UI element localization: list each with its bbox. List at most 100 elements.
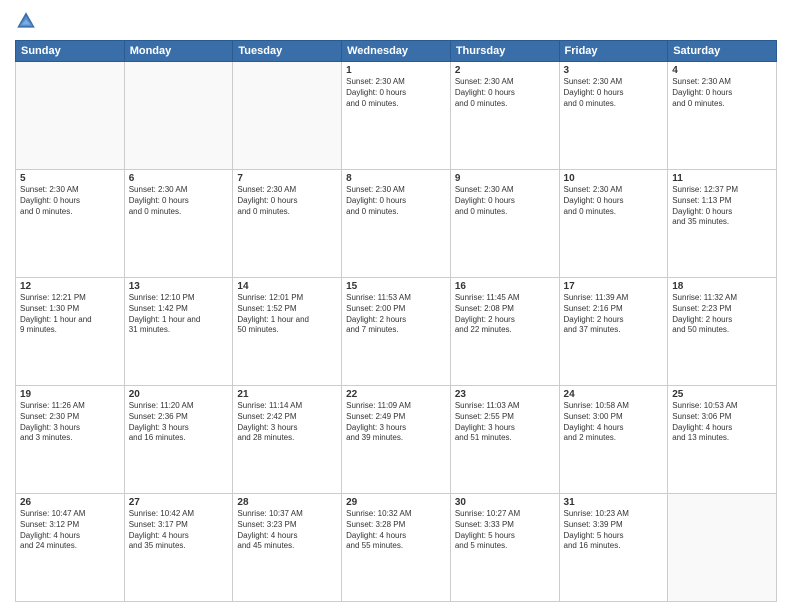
day-number: 13 xyxy=(129,281,229,292)
week-row-3: 19Sunrise: 11:26 AM Sunset: 2:30 PM Dayl… xyxy=(16,386,777,494)
cell-content: Sunrise: 12:21 PM Sunset: 1:30 PM Daylig… xyxy=(20,293,120,336)
cell-content: Sunset: 2:30 AM Daylight: 0 hours and 0 … xyxy=(672,77,772,109)
day-header-sunday: Sunday xyxy=(16,41,125,62)
calendar-cell: 8Sunset: 2:30 AM Daylight: 0 hours and 0… xyxy=(342,170,451,278)
day-number: 16 xyxy=(455,281,555,292)
day-number: 14 xyxy=(237,281,337,292)
day-number: 21 xyxy=(237,389,337,400)
calendar-cell: 14Sunrise: 12:01 PM Sunset: 1:52 PM Dayl… xyxy=(233,278,342,386)
day-number: 1 xyxy=(346,65,446,76)
cell-content: Sunrise: 12:01 PM Sunset: 1:52 PM Daylig… xyxy=(237,293,337,336)
day-header-saturday: Saturday xyxy=(668,41,777,62)
cell-content: Sunset: 2:30 AM Daylight: 0 hours and 0 … xyxy=(564,77,664,109)
cell-content: Sunrise: 12:37 PM Sunset: 1:13 PM Daylig… xyxy=(672,185,772,228)
calendar-cell: 24Sunrise: 10:58 AM Sunset: 3:00 PM Dayl… xyxy=(559,386,668,494)
calendar-cell xyxy=(233,62,342,170)
logo-icon xyxy=(15,10,37,32)
header xyxy=(15,10,777,32)
calendar-cell xyxy=(668,494,777,602)
calendar-cell: 7Sunset: 2:30 AM Daylight: 0 hours and 0… xyxy=(233,170,342,278)
day-number: 30 xyxy=(455,497,555,508)
day-number: 23 xyxy=(455,389,555,400)
day-number: 6 xyxy=(129,173,229,184)
day-number: 18 xyxy=(672,281,772,292)
day-header-tuesday: Tuesday xyxy=(233,41,342,62)
calendar-cell: 9Sunset: 2:30 AM Daylight: 0 hours and 0… xyxy=(450,170,559,278)
cell-content: Sunset: 2:30 AM Daylight: 0 hours and 0 … xyxy=(237,185,337,217)
day-number: 22 xyxy=(346,389,446,400)
cell-content: Sunrise: 11:03 AM Sunset: 2:55 PM Daylig… xyxy=(455,401,555,444)
day-header-thursday: Thursday xyxy=(450,41,559,62)
calendar-cell: 19Sunrise: 11:26 AM Sunset: 2:30 PM Dayl… xyxy=(16,386,125,494)
calendar-cell: 3Sunset: 2:30 AM Daylight: 0 hours and 0… xyxy=(559,62,668,170)
cell-content: Sunrise: 12:10 PM Sunset: 1:42 PM Daylig… xyxy=(129,293,229,336)
calendar-cell: 28Sunrise: 10:37 AM Sunset: 3:23 PM Dayl… xyxy=(233,494,342,602)
calendar-cell: 27Sunrise: 10:42 AM Sunset: 3:17 PM Dayl… xyxy=(124,494,233,602)
calendar-cell: 31Sunrise: 10:23 AM Sunset: 3:39 PM Dayl… xyxy=(559,494,668,602)
cell-content: Sunrise: 10:23 AM Sunset: 3:39 PM Daylig… xyxy=(564,509,664,552)
day-number: 24 xyxy=(564,389,664,400)
calendar-cell: 6Sunset: 2:30 AM Daylight: 0 hours and 0… xyxy=(124,170,233,278)
calendar-cell: 20Sunrise: 11:20 AM Sunset: 2:36 PM Dayl… xyxy=(124,386,233,494)
cell-content: Sunrise: 10:53 AM Sunset: 3:06 PM Daylig… xyxy=(672,401,772,444)
calendar-cell: 30Sunrise: 10:27 AM Sunset: 3:33 PM Dayl… xyxy=(450,494,559,602)
cell-content: Sunrise: 11:32 AM Sunset: 2:23 PM Daylig… xyxy=(672,293,772,336)
calendar-cell: 17Sunrise: 11:39 AM Sunset: 2:16 PM Dayl… xyxy=(559,278,668,386)
cell-content: Sunrise: 10:58 AM Sunset: 3:00 PM Daylig… xyxy=(564,401,664,444)
cell-content: Sunrise: 10:37 AM Sunset: 3:23 PM Daylig… xyxy=(237,509,337,552)
cell-content: Sunset: 2:30 AM Daylight: 0 hours and 0 … xyxy=(129,185,229,217)
cell-content: Sunset: 2:30 AM Daylight: 0 hours and 0 … xyxy=(20,185,120,217)
calendar-cell: 23Sunrise: 11:03 AM Sunset: 2:55 PM Dayl… xyxy=(450,386,559,494)
calendar-cell xyxy=(16,62,125,170)
calendar-cell: 11Sunrise: 12:37 PM Sunset: 1:13 PM Dayl… xyxy=(668,170,777,278)
day-number: 31 xyxy=(564,497,664,508)
cell-content: Sunrise: 11:39 AM Sunset: 2:16 PM Daylig… xyxy=(564,293,664,336)
calendar-cell: 29Sunrise: 10:32 AM Sunset: 3:28 PM Dayl… xyxy=(342,494,451,602)
calendar-cell: 16Sunrise: 11:45 AM Sunset: 2:08 PM Dayl… xyxy=(450,278,559,386)
day-header-monday: Monday xyxy=(124,41,233,62)
day-number: 7 xyxy=(237,173,337,184)
calendar-cell: 4Sunset: 2:30 AM Daylight: 0 hours and 0… xyxy=(668,62,777,170)
day-number: 3 xyxy=(564,65,664,76)
calendar-cell: 1Sunset: 2:30 AM Daylight: 0 hours and 0… xyxy=(342,62,451,170)
week-row-4: 26Sunrise: 10:47 AM Sunset: 3:12 PM Dayl… xyxy=(16,494,777,602)
calendar-cell: 21Sunrise: 11:14 AM Sunset: 2:42 PM Dayl… xyxy=(233,386,342,494)
day-number: 26 xyxy=(20,497,120,508)
header-row: SundayMondayTuesdayWednesdayThursdayFrid… xyxy=(16,41,777,62)
cell-content: Sunrise: 11:14 AM Sunset: 2:42 PM Daylig… xyxy=(237,401,337,444)
page: SundayMondayTuesdayWednesdayThursdayFrid… xyxy=(0,0,792,612)
calendar-cell: 2Sunset: 2:30 AM Daylight: 0 hours and 0… xyxy=(450,62,559,170)
day-number: 10 xyxy=(564,173,664,184)
cell-content: Sunset: 2:30 AM Daylight: 0 hours and 0 … xyxy=(455,77,555,109)
cell-content: Sunrise: 10:27 AM Sunset: 3:33 PM Daylig… xyxy=(455,509,555,552)
logo xyxy=(15,10,41,32)
calendar-cell: 25Sunrise: 10:53 AM Sunset: 3:06 PM Dayl… xyxy=(668,386,777,494)
cell-content: Sunset: 2:30 AM Daylight: 0 hours and 0 … xyxy=(346,77,446,109)
week-row-0: 1Sunset: 2:30 AM Daylight: 0 hours and 0… xyxy=(16,62,777,170)
day-header-friday: Friday xyxy=(559,41,668,62)
cell-content: Sunrise: 10:47 AM Sunset: 3:12 PM Daylig… xyxy=(20,509,120,552)
cell-content: Sunrise: 11:20 AM Sunset: 2:36 PM Daylig… xyxy=(129,401,229,444)
cell-content: Sunrise: 11:26 AM Sunset: 2:30 PM Daylig… xyxy=(20,401,120,444)
day-number: 17 xyxy=(564,281,664,292)
cell-content: Sunrise: 10:32 AM Sunset: 3:28 PM Daylig… xyxy=(346,509,446,552)
day-number: 5 xyxy=(20,173,120,184)
day-number: 19 xyxy=(20,389,120,400)
day-number: 28 xyxy=(237,497,337,508)
day-number: 15 xyxy=(346,281,446,292)
calendar-cell: 10Sunset: 2:30 AM Daylight: 0 hours and … xyxy=(559,170,668,278)
day-number: 9 xyxy=(455,173,555,184)
calendar-body: 1Sunset: 2:30 AM Daylight: 0 hours and 0… xyxy=(16,62,777,602)
cell-content: Sunrise: 11:09 AM Sunset: 2:49 PM Daylig… xyxy=(346,401,446,444)
day-number: 20 xyxy=(129,389,229,400)
cell-content: Sunrise: 10:42 AM Sunset: 3:17 PM Daylig… xyxy=(129,509,229,552)
calendar-cell: 18Sunrise: 11:32 AM Sunset: 2:23 PM Dayl… xyxy=(668,278,777,386)
calendar-cell: 26Sunrise: 10:47 AM Sunset: 3:12 PM Dayl… xyxy=(16,494,125,602)
day-number: 29 xyxy=(346,497,446,508)
day-number: 12 xyxy=(20,281,120,292)
day-number: 2 xyxy=(455,65,555,76)
calendar-cell: 5Sunset: 2:30 AM Daylight: 0 hours and 0… xyxy=(16,170,125,278)
day-number: 27 xyxy=(129,497,229,508)
calendar-cell: 13Sunrise: 12:10 PM Sunset: 1:42 PM Dayl… xyxy=(124,278,233,386)
week-row-1: 5Sunset: 2:30 AM Daylight: 0 hours and 0… xyxy=(16,170,777,278)
